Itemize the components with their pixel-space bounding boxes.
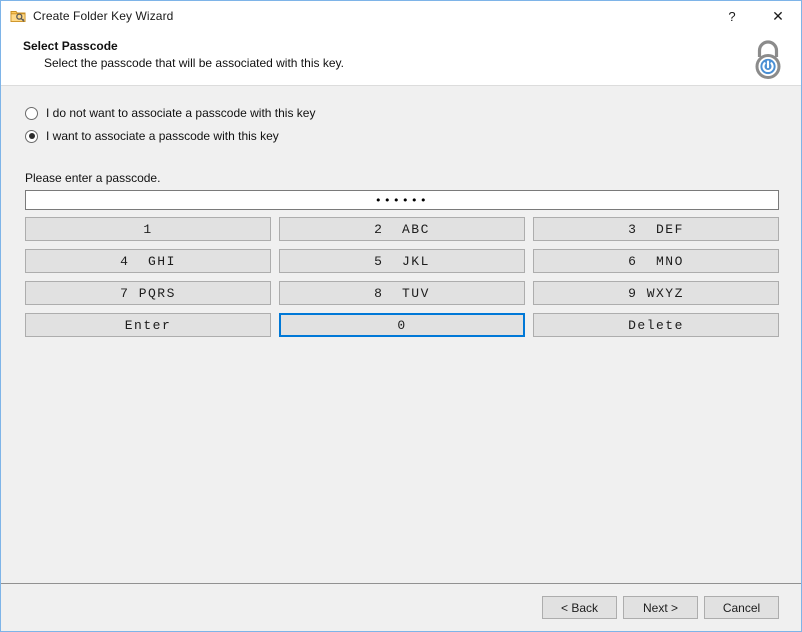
next-button[interactable]: Next > (623, 596, 698, 619)
back-button[interactable]: < Back (542, 596, 617, 619)
radio-no-passcode[interactable] (25, 106, 38, 120)
wizard-window: Create Folder Key Wizard ? ✕ Select Pass… (0, 0, 802, 632)
passcode-field-label: Please enter a passcode. (25, 171, 161, 185)
key-0[interactable]: 0 (279, 313, 525, 337)
wizard-content: I do not want to associate a passcode wi… (1, 86, 801, 583)
footer-button-group: < Back Next > Cancel (542, 596, 779, 619)
page-subtitle: Select the passcode that will be associa… (44, 56, 344, 70)
key-4[interactable]: 4 GHI (25, 249, 271, 273)
key-2[interactable]: 2 ABC (279, 217, 525, 241)
close-button[interactable]: ✕ (755, 1, 801, 31)
passcode-input[interactable]: •••••• (25, 190, 779, 210)
passcode-keypad: 1 2 ABC 3 DEF 4 GHI 5 JKL 6 MNO 7 PQRS 8… (25, 217, 779, 337)
cancel-button[interactable]: Cancel (704, 596, 779, 619)
key-enter[interactable]: Enter (25, 313, 271, 337)
passcode-masked-value: •••••• (375, 193, 429, 207)
key-8[interactable]: 8 TUV (279, 281, 525, 305)
title-bar: Create Folder Key Wizard ? ✕ (1, 1, 801, 31)
key-9[interactable]: 9 WXYZ (533, 281, 779, 305)
key-delete[interactable]: Delete (533, 313, 779, 337)
key-3[interactable]: 3 DEF (533, 217, 779, 241)
padlock-icon (755, 40, 781, 79)
option-no-passcode-label: I do not want to associate a passcode wi… (46, 106, 316, 120)
key-1[interactable]: 1 (25, 217, 271, 241)
wizard-footer: < Back Next > Cancel (1, 583, 801, 630)
window-title: Create Folder Key Wizard (33, 9, 174, 23)
folder-key-icon (10, 11, 26, 22)
option-no-passcode[interactable]: I do not want to associate a passcode wi… (25, 104, 315, 122)
radio-with-passcode[interactable] (25, 129, 38, 143)
key-7[interactable]: 7 PQRS (25, 281, 271, 305)
wizard-header: Select Passcode Select the passcode that… (1, 31, 801, 86)
help-button[interactable]: ? (709, 1, 755, 31)
option-with-passcode-label: I want to associate a passcode with this… (46, 129, 279, 143)
key-6[interactable]: 6 MNO (533, 249, 779, 273)
option-with-passcode[interactable]: I want to associate a passcode with this… (25, 127, 279, 145)
key-5[interactable]: 5 JKL (279, 249, 525, 273)
page-title: Select Passcode (23, 39, 118, 53)
